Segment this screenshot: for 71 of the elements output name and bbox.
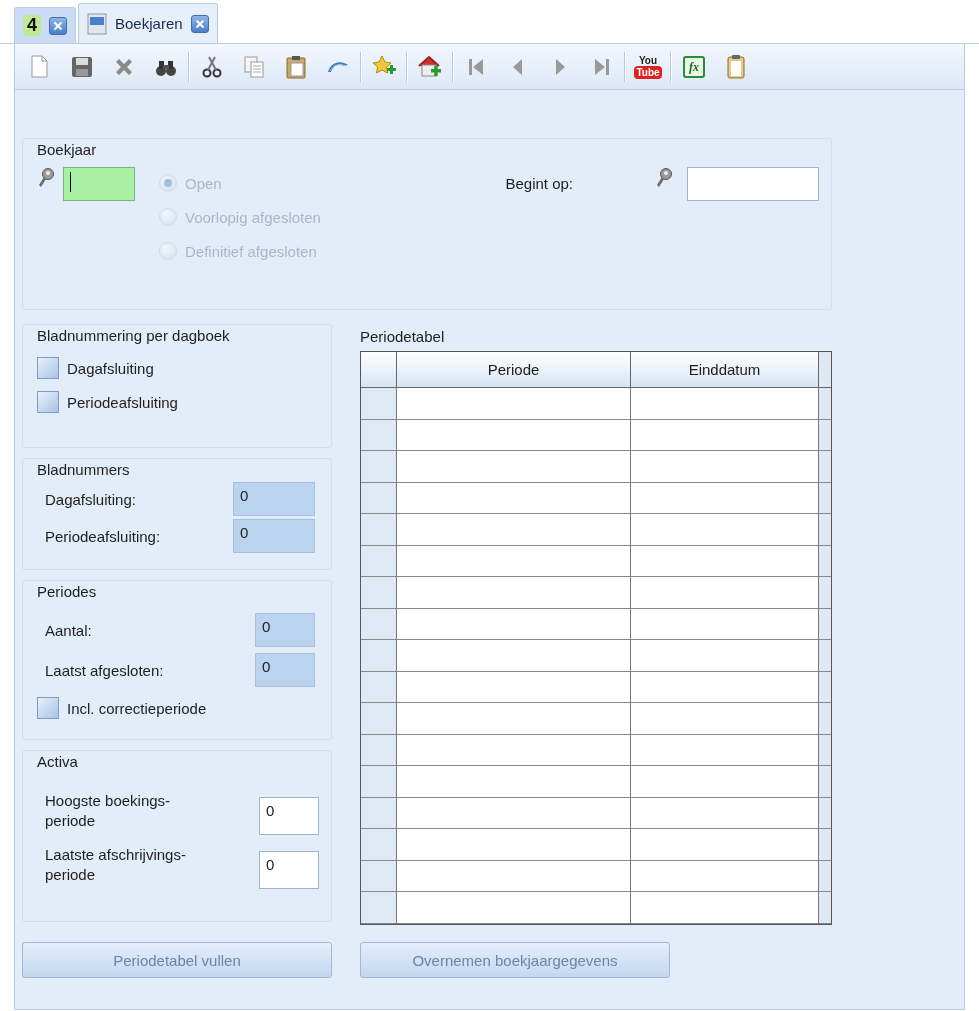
table-title: Periodetabel <box>360 328 446 345</box>
row-header[interactable] <box>361 734 397 766</box>
row-filler <box>819 577 831 609</box>
close-icon[interactable] <box>190 14 209 33</box>
row-filler <box>819 419 831 451</box>
row-filler <box>819 829 831 861</box>
field-label: Dagafsluiting: <box>45 490 136 508</box>
row-header[interactable] <box>361 766 397 798</box>
row-header[interactable] <box>361 703 397 735</box>
number-field[interactable]: 0 <box>259 851 319 889</box>
row-filler <box>819 514 831 546</box>
date-input[interactable] <box>687 167 819 201</box>
radio-label: Definitief afgesloten <box>185 242 317 260</box>
row-header[interactable] <box>361 797 397 829</box>
number-field[interactable]: 0 <box>255 613 315 647</box>
row-filler <box>819 734 831 766</box>
field-label: Begint op: <box>505 175 573 192</box>
row-filler <box>819 545 831 577</box>
row-header[interactable] <box>361 829 397 861</box>
checkbox[interactable] <box>37 391 59 413</box>
tab-label: Boekjaren <box>115 15 183 32</box>
row-header[interactable] <box>361 671 397 703</box>
number-field[interactable]: 0 <box>233 482 315 516</box>
row-header[interactable] <box>361 419 397 451</box>
field-label: Hoogste boekings- periode <box>45 791 171 831</box>
row-filler <box>819 388 831 420</box>
row-filler <box>819 640 831 672</box>
spreadsheet-icon[interactable]: fx <box>683 55 705 78</box>
checkbox-label: Periodeafsluiting <box>67 393 178 411</box>
row-filler <box>819 892 831 924</box>
checkbox-label: Dagafsluiting <box>67 359 154 377</box>
row-header[interactable] <box>361 388 397 420</box>
header-corner <box>361 352 397 388</box>
row-header[interactable] <box>361 640 397 672</box>
row-header[interactable] <box>361 482 397 514</box>
row-filler <box>819 860 831 892</box>
header-filler <box>819 352 831 388</box>
row-header[interactable] <box>361 892 397 924</box>
column-header[interactable]: Einddatum <box>631 352 819 388</box>
row-header[interactable] <box>361 577 397 609</box>
radio-label: Open <box>185 174 222 192</box>
field-label: Aantal: <box>45 621 92 639</box>
row-header[interactable] <box>361 608 397 640</box>
field-label: Laatst afgesloten: <box>45 661 164 679</box>
column-header[interactable]: Periode <box>397 352 631 388</box>
row-filler <box>819 797 831 829</box>
row-filler <box>819 608 831 640</box>
number-field[interactable]: 0 <box>255 653 315 687</box>
row-header[interactable] <box>361 514 397 546</box>
row-header[interactable] <box>361 451 397 483</box>
checkbox-label: Incl. correctieperiode <box>67 699 207 717</box>
field-label: Laatste afschrijvings- periode <box>45 845 186 885</box>
checkbox[interactable] <box>37 697 59 719</box>
app-logo-icon: 4 <box>23 15 41 36</box>
row-header[interactable] <box>361 860 397 892</box>
row-filler <box>819 671 831 703</box>
number-field[interactable]: 0 <box>233 519 315 553</box>
row-header[interactable] <box>361 545 397 577</box>
field-label: Periodeafsluiting: <box>45 527 161 545</box>
number-field[interactable]: 0 <box>259 797 319 835</box>
window-icon <box>87 12 107 35</box>
radio-label: Voorlopig afgesloten <box>185 208 321 226</box>
tab[interactable]: 4 <box>14 7 76 43</box>
tab[interactable]: Boekjaren <box>78 3 218 43</box>
row-filler <box>819 703 831 735</box>
row-filler <box>819 482 831 514</box>
checkbox[interactable] <box>37 357 59 379</box>
close-icon[interactable] <box>49 16 67 35</box>
row-filler <box>819 766 831 798</box>
row-filler <box>819 451 831 483</box>
year-input[interactable] <box>63 167 135 201</box>
